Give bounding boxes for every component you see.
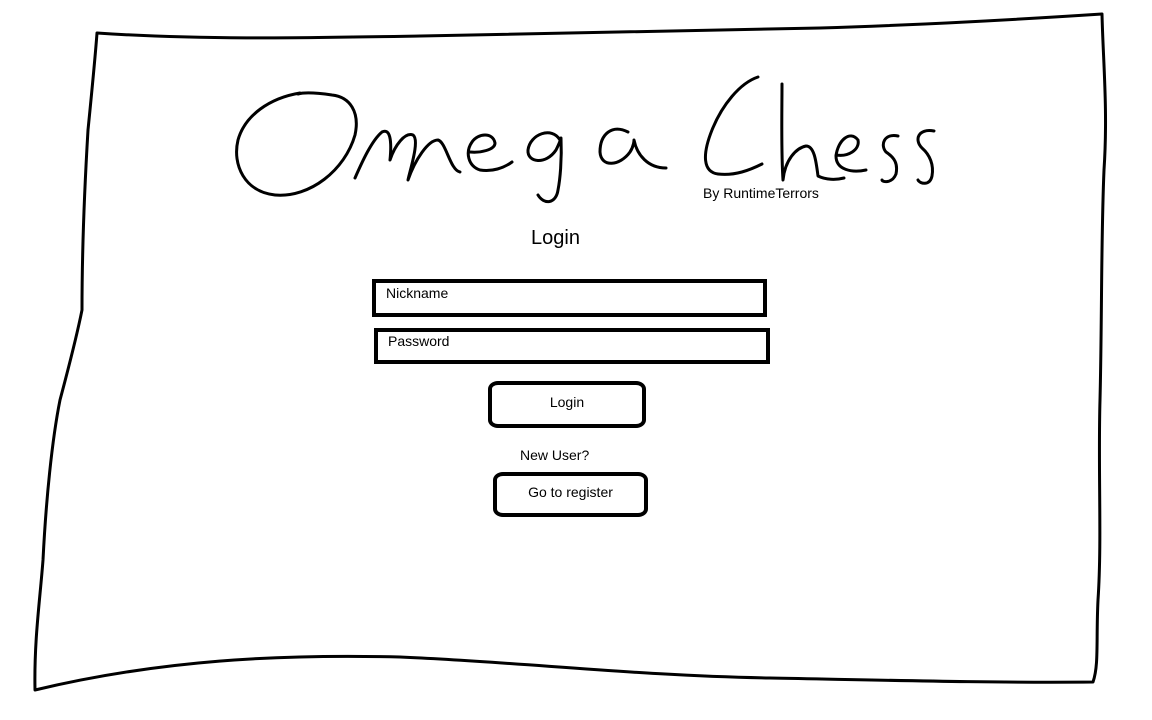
omega-chess-logo <box>235 75 936 204</box>
login-heading: Login <box>531 227 580 249</box>
password-input[interactable] <box>374 328 770 364</box>
new-user-text: New User? <box>520 447 590 463</box>
byline: By RuntimeTerrors <box>703 185 819 201</box>
nickname-input[interactable] <box>372 279 767 317</box>
go-to-register-button[interactable]: Go to register <box>493 472 648 517</box>
login-button[interactable]: Login <box>488 381 646 428</box>
